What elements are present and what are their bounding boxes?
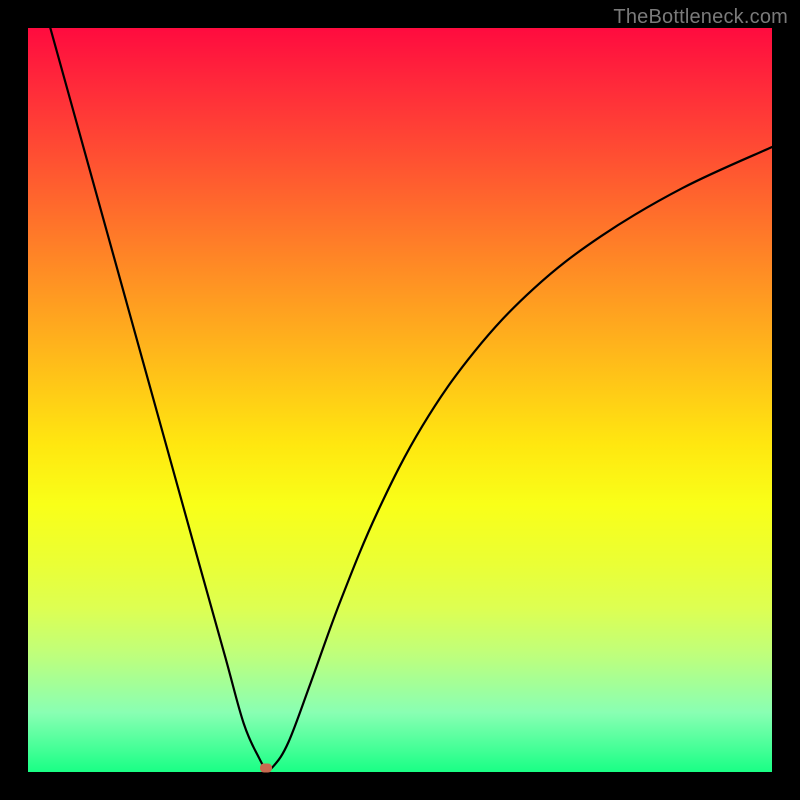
minimum-marker	[260, 764, 272, 773]
plot-area	[28, 28, 772, 772]
watermark-text: TheBottleneck.com	[613, 6, 788, 29]
curve-path	[50, 28, 772, 770]
curve-svg	[28, 28, 772, 772]
chart-container: TheBottleneck.com	[0, 0, 800, 800]
